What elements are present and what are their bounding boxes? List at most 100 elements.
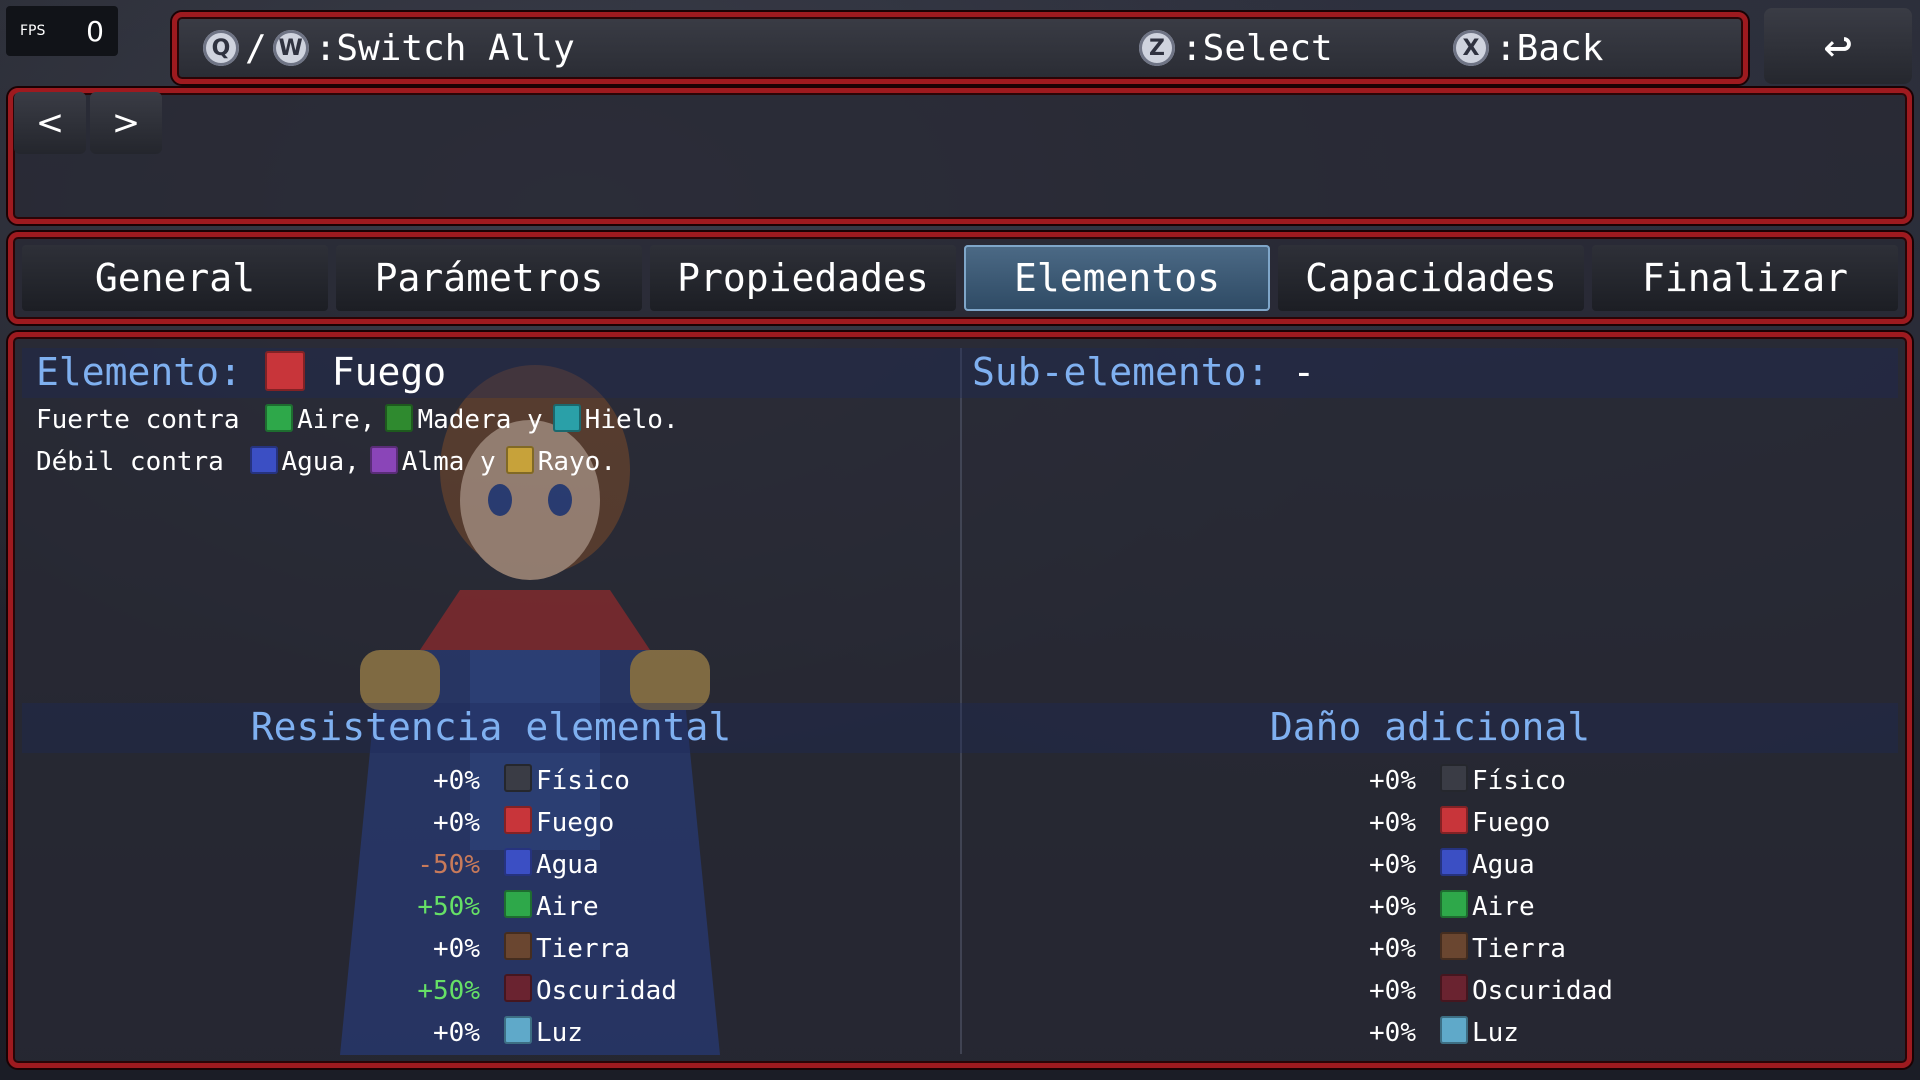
damage-value: +0% bbox=[1369, 766, 1416, 796]
damage-element-name: Oscuridad bbox=[1472, 976, 1613, 1006]
fuego-element-icon bbox=[504, 806, 532, 834]
back-label: :Back bbox=[1495, 27, 1604, 69]
resistance-element-name: Aire bbox=[536, 892, 599, 922]
damage-element-name: Aire bbox=[1472, 892, 1535, 922]
resistance-row: +0% Tierra bbox=[390, 930, 630, 968]
resistance-element-name: Oscuridad bbox=[536, 976, 677, 1006]
tierra-element-icon bbox=[504, 932, 532, 960]
strong-against-line: Fuerte contra Aire, Madera y Hielo. bbox=[36, 403, 679, 435]
fisico-element-icon bbox=[504, 764, 532, 792]
back-button[interactable]: ↩ bbox=[1764, 8, 1912, 84]
z-button-icon: Z bbox=[1139, 30, 1175, 66]
rayo-element-icon bbox=[505, 445, 534, 474]
element-value: Fuego bbox=[331, 350, 447, 394]
fire-element-icon bbox=[264, 350, 305, 391]
tab-elementos[interactable]: Elementos bbox=[964, 245, 1270, 311]
resistance-element-name: Tierra bbox=[536, 934, 630, 964]
luz-element-icon bbox=[504, 1016, 532, 1044]
agua-element-icon bbox=[504, 848, 532, 876]
damage-row: +0% Fuego bbox=[1326, 804, 1550, 842]
resistance-value: +0% bbox=[433, 1018, 480, 1048]
resistance-value: +0% bbox=[433, 766, 480, 796]
next-ally-button[interactable]: > bbox=[90, 92, 162, 154]
resistance-row: +0% Físico bbox=[390, 762, 630, 800]
resistance-row: +50% Oscuridad bbox=[390, 972, 677, 1010]
select-hint[interactable]: Z :Select bbox=[1139, 28, 1333, 69]
column-divider bbox=[960, 348, 962, 1054]
help-bar: Q / W :Switch Ally Z :Select X :Back bbox=[172, 12, 1748, 84]
strong-prefix: Fuerte contra bbox=[36, 405, 240, 435]
luz-element-icon bbox=[1440, 1016, 1468, 1044]
switch-ally-hint[interactable]: Q / W :Switch Ally bbox=[203, 28, 575, 69]
tab-parametros[interactable]: Parámetros bbox=[336, 245, 642, 311]
resistance-element-name: Agua bbox=[536, 850, 599, 880]
alma-element-icon bbox=[369, 445, 398, 474]
weak-separator: . bbox=[600, 447, 616, 477]
resistance-row: +0% Fuego bbox=[390, 804, 614, 842]
damage-value: +0% bbox=[1369, 934, 1416, 964]
agua-element-icon bbox=[1440, 848, 1468, 876]
aire-element-icon bbox=[265, 403, 294, 432]
resistance-row: +0% Luz bbox=[390, 1014, 583, 1052]
tierra-element-icon bbox=[1440, 932, 1468, 960]
w-button-icon: W bbox=[272, 30, 309, 66]
oscuridad-element-icon bbox=[1440, 974, 1468, 1002]
weak-against-line: Débil contra Agua, Alma y Rayo. bbox=[36, 445, 616, 477]
back-hint[interactable]: X :Back bbox=[1453, 28, 1603, 69]
damage-element-name: Físico bbox=[1472, 766, 1566, 796]
resistance-value: +0% bbox=[433, 934, 480, 964]
damage-value: +0% bbox=[1369, 850, 1416, 880]
resistance-element-name: Fuego bbox=[536, 808, 615, 838]
tab-general[interactable]: General bbox=[22, 245, 328, 311]
damage-value: +0% bbox=[1369, 808, 1416, 838]
resistance-row: -50% Agua bbox=[390, 846, 599, 884]
resistance-value: -50% bbox=[417, 850, 480, 880]
damage-element-name: Luz bbox=[1472, 1018, 1519, 1048]
damage-row: +0% Luz bbox=[1326, 1014, 1519, 1052]
damage-row: +0% Agua bbox=[1326, 846, 1535, 884]
strong-element-name: Hielo bbox=[584, 405, 663, 435]
damage-element-name: Fuego bbox=[1472, 808, 1551, 838]
q-button-icon: Q bbox=[203, 30, 239, 66]
resistance-value: +0% bbox=[433, 808, 480, 838]
fisico-element-icon bbox=[1440, 764, 1468, 792]
oscuridad-element-icon bbox=[504, 974, 532, 1002]
fps-label: FPS bbox=[20, 23, 46, 39]
resistance-value: +50% bbox=[417, 892, 480, 922]
x-button-icon: X bbox=[1453, 30, 1489, 66]
aire-element-icon bbox=[1440, 890, 1468, 918]
weak-prefix: Débil contra bbox=[36, 447, 224, 477]
weak-element-name: Alma bbox=[401, 447, 465, 477]
tabs: General Parámetros Propiedades Elementos… bbox=[22, 245, 1898, 311]
weak-separator: y bbox=[464, 447, 496, 477]
tab-propiedades[interactable]: Propiedades bbox=[650, 245, 956, 311]
ally-portrait-strip bbox=[8, 88, 1912, 224]
tab-capacidades[interactable]: Capacidades bbox=[1278, 245, 1584, 311]
sub-element-value: - bbox=[1292, 350, 1316, 394]
prev-ally-button[interactable]: < bbox=[14, 92, 86, 154]
damage-value: +0% bbox=[1369, 892, 1416, 922]
damage-row: +0% Aire bbox=[1326, 888, 1535, 926]
tab-finalizar[interactable]: Finalizar bbox=[1592, 245, 1898, 311]
sub-element-label: Sub-elemento: bbox=[972, 350, 1270, 394]
damage-value: +0% bbox=[1369, 976, 1416, 1006]
aire-element-icon bbox=[504, 890, 532, 918]
strong-separator: . bbox=[662, 405, 679, 435]
hielo-element-icon bbox=[552, 403, 581, 432]
damage-element-name: Agua bbox=[1472, 850, 1535, 880]
madera-element-icon bbox=[385, 403, 414, 432]
fps-counter: FPS 0 bbox=[6, 6, 118, 56]
weak-separator: , bbox=[344, 447, 360, 477]
fps-value: 0 bbox=[86, 14, 104, 48]
switch-separator: / bbox=[245, 27, 267, 69]
strong-separator: , bbox=[359, 405, 376, 435]
damage-title: Daño adicional bbox=[1269, 705, 1591, 749]
return-arrow-icon: ↩ bbox=[1823, 18, 1853, 74]
agua-element-icon bbox=[249, 445, 278, 474]
resistance-row: +50% Aire bbox=[390, 888, 599, 926]
resistance-value: +50% bbox=[417, 976, 480, 1006]
sub-element-header: Sub-elemento: - bbox=[972, 350, 1315, 394]
damage-row: +0% Tierra bbox=[1326, 930, 1566, 968]
weak-element-name: Rayo bbox=[537, 447, 601, 477]
strong-separator: y bbox=[511, 405, 543, 435]
